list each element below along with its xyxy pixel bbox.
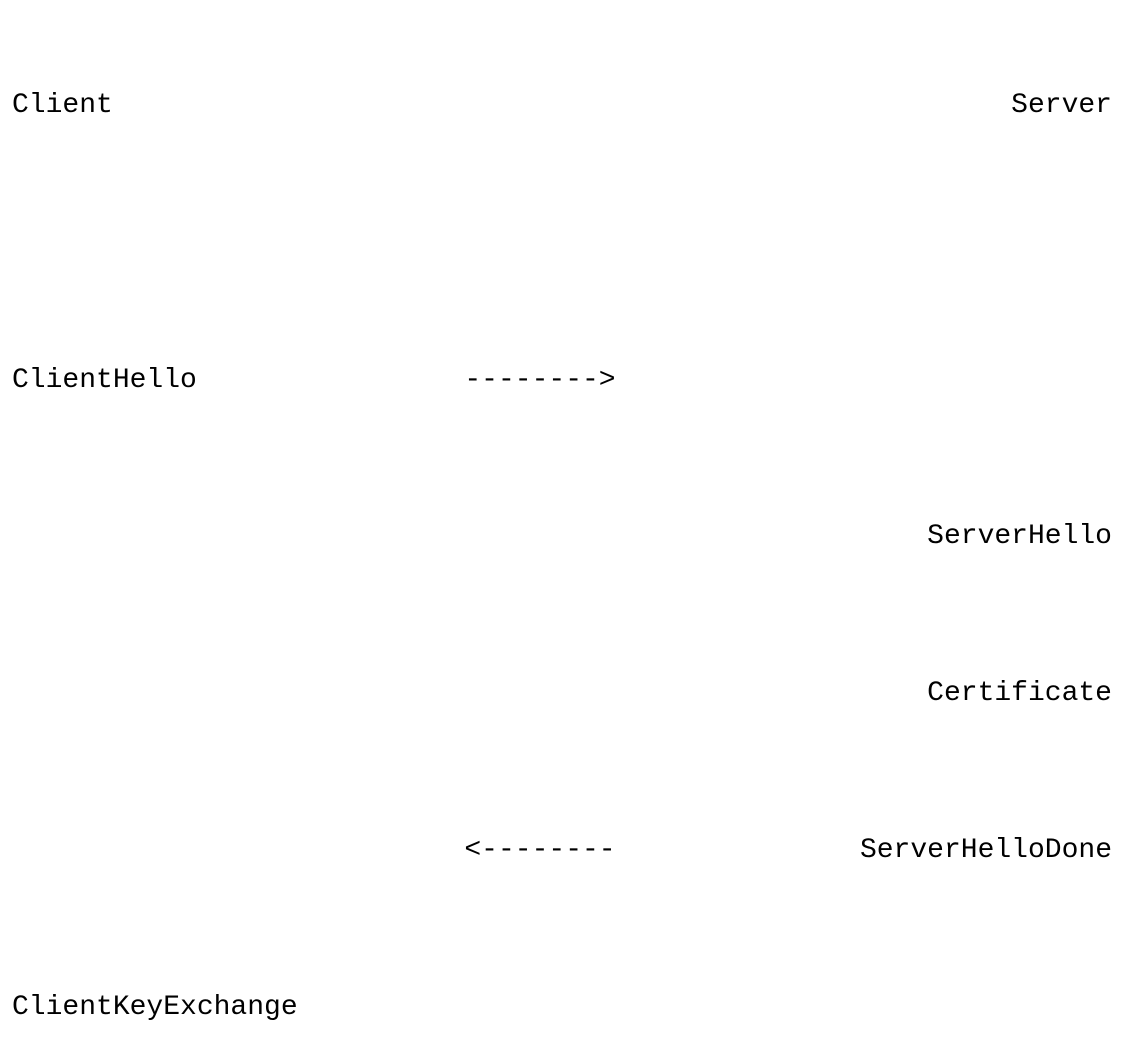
certificate-label: Certificate — [672, 674, 1112, 713]
client-key-exchange-label: ClientKeyExchange — [12, 988, 408, 1027]
serverhellodone-row: <-------- ServerHelloDone — [12, 831, 1112, 870]
clientkeyexchange-row: ClientKeyExchange — [12, 988, 1112, 1027]
header-spacer — [408, 86, 672, 125]
cell-arrow — [408, 988, 672, 1027]
cell-left — [12, 674, 408, 713]
arrow-left-icon: <-------- — [408, 831, 672, 870]
cell-right — [672, 988, 1112, 1027]
cell-arrow — [408, 674, 672, 713]
cell-arrow — [408, 517, 672, 556]
cell-left — [12, 831, 408, 870]
arrow-right-icon: --------> — [408, 361, 672, 400]
header-row: Client Server — [12, 86, 1112, 125]
cell-right — [672, 361, 1112, 400]
server-hello-label: ServerHello — [672, 517, 1112, 556]
serverhello-row: ServerHello — [12, 517, 1112, 556]
header-client: Client — [12, 86, 408, 125]
certificate-row: Certificate — [12, 674, 1112, 713]
tls-handshake-diagram: Client Server ClientHello --------> Serv… — [12, 8, 1112, 1042]
client-hello-label: ClientHello — [12, 361, 408, 400]
server-hello-done-label: ServerHelloDone — [672, 831, 1112, 870]
header-server: Server — [672, 86, 1112, 125]
cell-left — [12, 517, 408, 556]
clienthello-row: ClientHello --------> — [12, 361, 1112, 400]
